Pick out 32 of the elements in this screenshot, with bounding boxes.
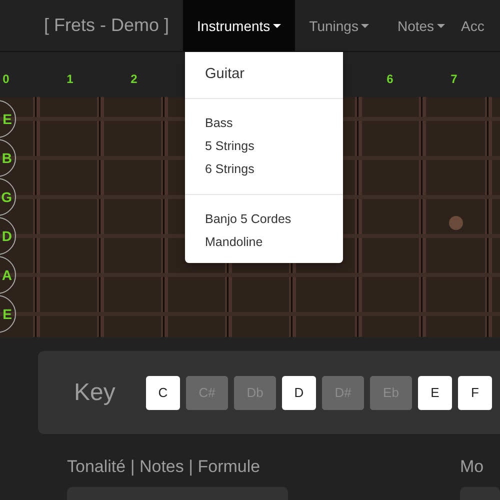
caret-icon [361,24,370,28]
brand-title[interactable]: [ Frets - Demo ] [44,15,170,36]
fret-number: 0 [2,72,10,86]
caret-icon [437,24,446,28]
dropdown-item[interactable]: Mandoline [185,231,343,254]
note-button[interactable]: E [418,376,452,410]
nav-menu-item[interactable]: Tunings [295,0,384,51]
note-button[interactable]: D [282,376,316,410]
dropdown-item[interactable]: 5 Strings [185,135,343,158]
open-string-note[interactable]: E [0,295,16,333]
note-button[interactable]: C [146,376,180,410]
note-button[interactable]: F [458,376,492,410]
nav-menu-item[interactable]: Instruments [183,0,296,51]
nav-menu-item[interactable]: Notes [383,0,460,51]
nav-menu-item[interactable]: Acc [459,0,484,51]
open-string-note[interactable]: E [0,100,16,138]
section-title: Mo [460,457,485,477]
open-string-note[interactable]: G [0,178,16,216]
dropdown-item[interactable]: Banjo 5 Cordes [185,208,343,231]
dropdown-item[interactable]: Guitar [185,62,343,85]
open-string-note[interactable]: B [0,139,16,177]
caret-icon [273,24,282,28]
dropdown-item[interactable]: 6 Strings [185,158,343,181]
fret-number: 7 [450,72,458,86]
open-string-note[interactable]: A [0,256,16,294]
key-label: Key [74,378,116,406]
fret-number: 2 [130,72,138,86]
fret-number: 6 [386,72,394,86]
dropdown-item[interactable]: Bass [185,112,343,135]
fret-number: 1 [66,72,74,86]
open-string-note[interactable]: D [0,217,16,255]
section-title: Tonalité | Notes | Formule [67,457,262,477]
